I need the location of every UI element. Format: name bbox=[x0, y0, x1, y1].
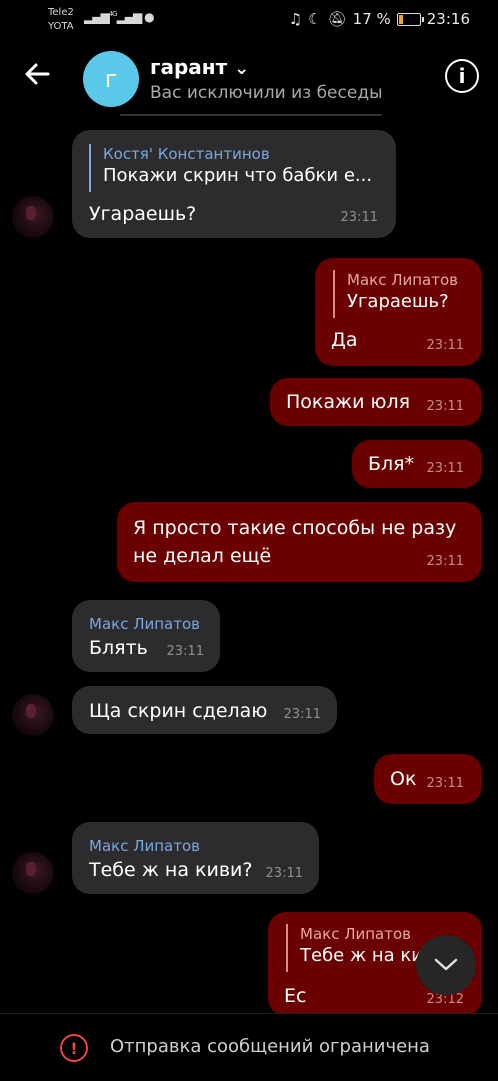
message-time: 23:11 bbox=[283, 707, 321, 722]
chat-header: г гарант ⌄ Вас исключили из беседы i bbox=[0, 45, 498, 115]
message-bubble-incoming[interactable]: Макс Липатов Блять 23:11 bbox=[72, 600, 220, 672]
message-text: Да bbox=[331, 329, 358, 351]
battery-percent: 17 % bbox=[352, 10, 391, 28]
message-text: Ок bbox=[390, 768, 417, 790]
chevron-down-icon[interactable]: ⌄ bbox=[234, 58, 249, 79]
carrier-labels: Tele2 YOTA bbox=[48, 6, 74, 34]
mute-bell-icon: 🔕︎ bbox=[327, 10, 347, 28]
chat-title[interactable]: гарант ⌄ bbox=[150, 55, 249, 79]
message-text-line-2: не делал ещё bbox=[133, 545, 272, 567]
restricted-message-text: Отправка сообщений ограничена bbox=[110, 1036, 430, 1057]
moon-icon: ☾ bbox=[308, 10, 322, 28]
status-bar: Tele2 YOTA ▂▄▆4G▂▄▆ ● ♫ ☾ 🔕︎ 17 % 23:16 bbox=[0, 0, 498, 40]
reply-quote[interactable]: Макс Липатов Угараешь? bbox=[333, 270, 458, 318]
reply-quote[interactable]: Костя' Константинов Покажи скрин что баб… bbox=[89, 144, 372, 192]
info-icon[interactable]: i bbox=[445, 59, 479, 93]
arrow-left-icon[interactable] bbox=[22, 59, 52, 97]
headphones-icon: ♫ bbox=[288, 10, 303, 28]
warning-icon: ! bbox=[60, 1034, 88, 1062]
battery-icon bbox=[396, 12, 424, 26]
group-avatar[interactable]: г bbox=[83, 51, 139, 107]
scroll-down-button[interactable] bbox=[416, 935, 476, 995]
message-text: Тебе ж на киви? bbox=[89, 859, 253, 881]
message-text: Ес bbox=[284, 985, 307, 1007]
message-bubble-outgoing[interactable]: Я просто такие способы не разу не делал … bbox=[117, 502, 482, 582]
message-bubble-outgoing[interactable]: Бля* 23:11 bbox=[352, 440, 482, 488]
message-text: Бля* bbox=[368, 453, 415, 475]
avatar[interactable] bbox=[12, 694, 54, 736]
clock: 23:16 bbox=[426, 10, 470, 28]
sender-name[interactable]: Макс Липатов bbox=[89, 834, 200, 858]
message-time: 23:11 bbox=[426, 399, 464, 414]
message-bubble-outgoing[interactable]: Покажи юля 23:11 bbox=[270, 378, 482, 426]
reply-text: Угараешь? bbox=[347, 291, 449, 312]
message-text: Покажи юля bbox=[286, 391, 411, 413]
message-time: 23:11 bbox=[426, 554, 464, 569]
reply-author: Костя' Константинов bbox=[103, 145, 270, 163]
header-divider bbox=[120, 114, 382, 116]
message-bubble-incoming[interactable]: Макс Липатов Тебе ж на киви? 23:11 bbox=[72, 822, 319, 894]
sender-name[interactable]: Макс Липатов bbox=[89, 612, 200, 636]
chat-subtitle: Вас исключили из беседы bbox=[150, 83, 383, 103]
message-text-line-1: Я просто такие способы не разу bbox=[133, 517, 457, 539]
message-time: 23:11 bbox=[265, 866, 303, 881]
message-time: 23:11 bbox=[426, 776, 464, 791]
message-text: Блять bbox=[89, 637, 148, 659]
composer-restricted-bar: ! Отправка сообщений ограничена bbox=[0, 1013, 498, 1081]
carrier-2: YOTA bbox=[48, 21, 74, 32]
message-time: 23:11 bbox=[426, 338, 464, 353]
message-time: 23:11 bbox=[340, 210, 378, 225]
signal-icon: ▂▄▆4G▂▄▆ ● bbox=[84, 10, 155, 24]
message-bubble-incoming[interactable]: Костя' Константинов Покажи скрин что баб… bbox=[72, 130, 396, 238]
avatar[interactable] bbox=[12, 852, 54, 894]
reply-author: Макс Липатов bbox=[347, 271, 458, 289]
message-bubble-outgoing[interactable]: Ок 23:11 bbox=[374, 754, 482, 804]
message-text: Ща скрин сделаю bbox=[89, 700, 268, 722]
message-bubble-incoming[interactable]: Ща скрин сделаю 23:11 bbox=[72, 686, 337, 734]
message-text: Угараешь? bbox=[89, 203, 197, 225]
status-right: ♫ ☾ 🔕︎ 17 % 23:16 bbox=[289, 10, 470, 28]
message-time: 23:11 bbox=[166, 644, 204, 659]
message-bubble-outgoing[interactable]: Макс Липатов Угараешь? Да 23:11 bbox=[315, 258, 482, 366]
chevron-down-icon bbox=[434, 958, 458, 971]
avatar[interactable] bbox=[12, 196, 54, 238]
reply-text: Покажи скрин что бабки е... bbox=[103, 165, 373, 186]
message-time: 23:11 bbox=[426, 461, 464, 476]
carrier-1: Tele2 bbox=[48, 7, 74, 18]
